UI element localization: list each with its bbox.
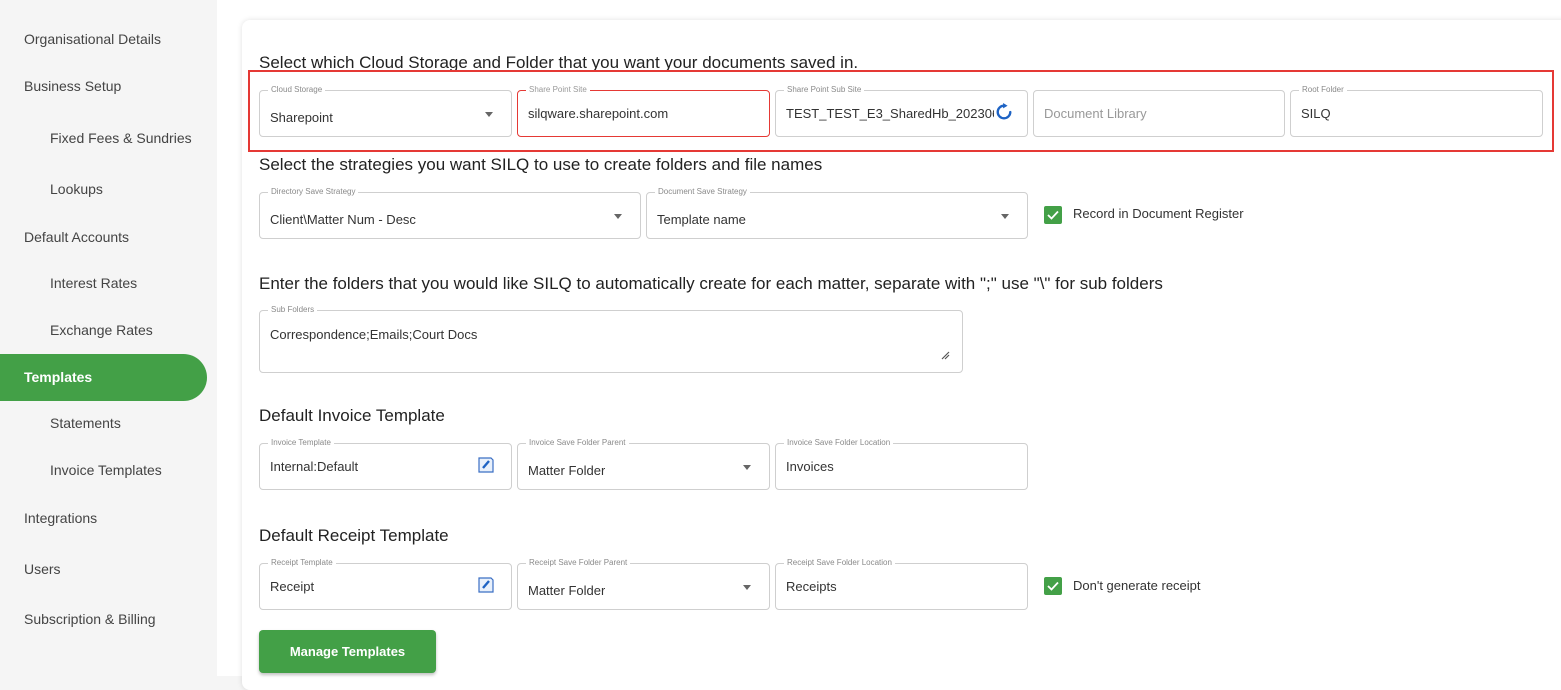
sidebar-item-templates[interactable]: Templates bbox=[0, 354, 207, 401]
refresh-icon[interactable] bbox=[995, 103, 1013, 121]
sidebar-item-subscription-billing[interactable]: Subscription & Billing bbox=[24, 611, 156, 627]
sub-folders-value: Correspondence;Emails;Court Docs bbox=[270, 327, 478, 342]
invoice-template-value: Internal:Default bbox=[270, 459, 359, 474]
sidebar-item-exchange-rates[interactable]: Exchange Rates bbox=[50, 322, 153, 338]
chevron-down-icon bbox=[1001, 214, 1009, 219]
chevron-down-icon bbox=[614, 214, 622, 219]
invoice-save-folder-location-label: Invoice Save Folder Location bbox=[784, 438, 894, 447]
document-save-strategy-select[interactable]: Document Save Strategy Template name bbox=[646, 187, 1028, 239]
receipt-save-folder-location-input[interactable]: Receipt Save Folder Location Receipts bbox=[775, 558, 1028, 610]
sub-folders-label: Sub Folders bbox=[268, 305, 318, 314]
receipt-save-folder-parent-value: Matter Folder bbox=[528, 583, 606, 598]
check-icon bbox=[1047, 581, 1059, 591]
cloud-storage-value: Sharepoint bbox=[270, 110, 333, 125]
directory-save-strategy-select[interactable]: Directory Save Strategy Client\Matter Nu… bbox=[259, 187, 641, 239]
receipt-save-folder-location-label: Receipt Save Folder Location bbox=[784, 558, 895, 567]
invoice-save-folder-parent-value: Matter Folder bbox=[528, 463, 606, 478]
record-in-register-checkbox[interactable] bbox=[1044, 206, 1062, 224]
document-save-strategy-label: Document Save Strategy bbox=[655, 187, 750, 196]
dont-generate-receipt-label: Don't generate receipt bbox=[1073, 578, 1201, 593]
sidebar-item-interest-rates[interactable]: Interest Rates bbox=[50, 275, 137, 291]
share-point-sub-site-label: Share Point Sub Site bbox=[784, 85, 865, 94]
invoice-section-title: Default Invoice Template bbox=[259, 406, 445, 425]
sub-folders-textarea[interactable]: Sub Folders Correspondence;Emails;Court … bbox=[259, 305, 963, 373]
manage-templates-button[interactable]: Manage Templates bbox=[259, 630, 436, 673]
check-icon bbox=[1047, 210, 1059, 220]
sidebar: Organisational Details Business Setup Fi… bbox=[0, 0, 217, 676]
root-folder-label: Root Folder bbox=[1299, 85, 1347, 94]
strategies-section-title: Select the strategies you want SILQ to u… bbox=[259, 155, 823, 174]
record-in-register-label: Record in Document Register bbox=[1073, 206, 1244, 221]
dont-generate-receipt-checkbox[interactable] bbox=[1044, 577, 1062, 595]
receipt-template-input[interactable]: Receipt Template Receipt bbox=[259, 558, 512, 610]
invoice-template-input[interactable]: Invoice Template Internal:Default bbox=[259, 438, 512, 490]
document-save-strategy-value: Template name bbox=[657, 212, 746, 227]
receipt-save-folder-parent-select[interactable]: Receipt Save Folder Parent Matter Folder bbox=[517, 558, 770, 610]
sidebar-item-invoice-templates[interactable]: Invoice Templates bbox=[50, 462, 162, 478]
directory-save-strategy-label: Directory Save Strategy bbox=[268, 187, 359, 196]
share-point-sub-site-input[interactable]: Share Point Sub Site TEST_TEST_E3_Shared… bbox=[775, 85, 1028, 137]
invoice-save-folder-location-value: Invoices bbox=[786, 459, 834, 474]
share-point-sub-site-value: TEST_TEST_E3_SharedHb_202306 bbox=[786, 106, 994, 121]
resize-handle-icon[interactable] bbox=[940, 350, 950, 360]
chevron-down-icon bbox=[743, 465, 751, 470]
sidebar-item-fixed-fees[interactable]: Fixed Fees & Sundries bbox=[50, 130, 192, 146]
edit-template-icon[interactable] bbox=[477, 456, 495, 474]
sidebar-item-default-accounts[interactable]: Default Accounts bbox=[24, 229, 129, 245]
share-point-site-value: silqware.sharepoint.com bbox=[528, 106, 669, 121]
sidebar-item-lookups[interactable]: Lookups bbox=[50, 181, 103, 197]
receipt-save-folder-parent-label: Receipt Save Folder Parent bbox=[526, 558, 631, 567]
receipt-template-label: Receipt Template bbox=[268, 558, 336, 567]
edit-template-icon[interactable] bbox=[477, 576, 495, 594]
invoice-save-folder-location-input[interactable]: Invoice Save Folder Location Invoices bbox=[775, 438, 1028, 490]
document-library-placeholder: Document Library bbox=[1044, 106, 1147, 121]
sidebar-item-integrations[interactable]: Integrations bbox=[24, 510, 97, 526]
document-library-input[interactable]: Document Library bbox=[1033, 90, 1285, 137]
share-point-site-label: Share Point Site bbox=[526, 85, 590, 94]
receipt-save-folder-location-value: Receipts bbox=[786, 579, 837, 594]
sidebar-item-business-setup[interactable]: Business Setup bbox=[24, 78, 121, 94]
receipt-template-value: Receipt bbox=[270, 579, 315, 594]
chevron-down-icon bbox=[485, 112, 493, 117]
sidebar-item-organisational-details[interactable]: Organisational Details bbox=[24, 31, 161, 47]
sidebar-item-users[interactable]: Users bbox=[24, 561, 61, 577]
cloud-storage-select[interactable]: Cloud Storage Sharepoint bbox=[259, 85, 512, 137]
cloud-storage-label: Cloud Storage bbox=[268, 85, 326, 94]
receipt-section-title: Default Receipt Template bbox=[259, 526, 449, 545]
directory-save-strategy-value: Client\Matter Num - Desc bbox=[270, 212, 416, 227]
invoice-save-folder-parent-select[interactable]: Invoice Save Folder Parent Matter Folder bbox=[517, 438, 770, 490]
root-folder-input[interactable]: Root Folder SILQ bbox=[1290, 85, 1543, 137]
folders-section-title: Enter the folders that you would like SI… bbox=[259, 274, 1163, 293]
invoice-template-label: Invoice Template bbox=[268, 438, 334, 447]
sidebar-item-statements[interactable]: Statements bbox=[50, 415, 121, 431]
root-folder-value: SILQ bbox=[1301, 106, 1331, 121]
chevron-down-icon bbox=[743, 585, 751, 590]
invoice-save-folder-parent-label: Invoice Save Folder Parent bbox=[526, 438, 629, 447]
share-point-site-input[interactable]: Share Point Site silqware.sharepoint.com bbox=[517, 85, 770, 137]
